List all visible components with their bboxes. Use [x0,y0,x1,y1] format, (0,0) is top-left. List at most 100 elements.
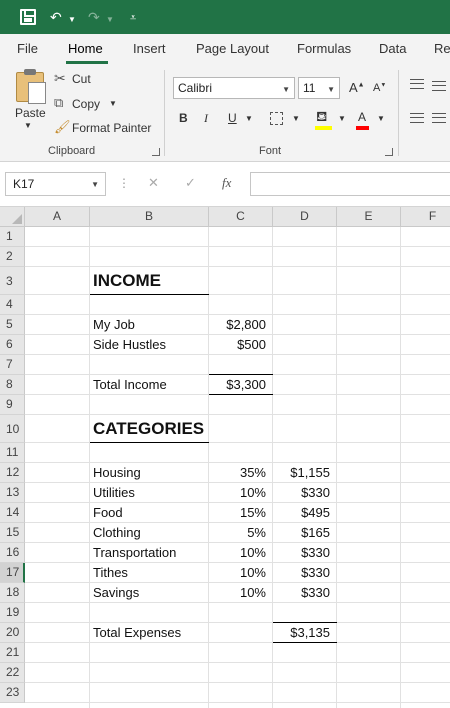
row-header[interactable]: 11 [0,443,25,463]
borders-icon[interactable] [270,112,283,125]
category-label-cell[interactable]: Clothing [90,523,209,543]
category-label-cell[interactable]: Utilities [90,483,209,503]
fill-color-icon[interactable]: ⛾ [316,108,327,127]
row-header[interactable]: 22 [0,663,25,683]
row-header[interactable]: 4 [0,295,25,315]
row-header[interactable]: 16 [0,543,25,563]
row-header[interactable]: 12 [0,463,25,483]
row-header[interactable]: 2 [0,247,25,267]
tab-review[interactable]: Re [434,41,450,56]
column-header-e[interactable]: E [337,207,401,227]
column-header-a[interactable]: A [25,207,90,227]
font-size-select[interactable]: 11 ▼ [298,77,340,99]
align-left-icon[interactable] [410,113,424,123]
row-header[interactable]: 19 [0,603,25,623]
income-amount-cell[interactable]: $500 [209,335,273,355]
category-percent-cell[interactable]: 10% [209,483,273,503]
row-header[interactable]: 10 [0,415,25,443]
row-header[interactable]: 14 [0,503,25,523]
income-label-cell[interactable]: Side Hustles [90,335,209,355]
row-header[interactable]: 6 [0,335,25,355]
font-color-dropdown-icon[interactable]: ▼ [377,114,385,123]
category-percent-cell[interactable]: 10% [209,563,273,583]
row-header[interactable]: 5 [0,315,25,335]
column-header-c[interactable]: C [209,207,273,227]
borders-dropdown-icon[interactable]: ▼ [292,114,300,123]
category-amount-cell[interactable]: $330 [273,483,337,503]
align-center-icon[interactable] [432,113,446,123]
category-percent-cell[interactable]: 10% [209,583,273,603]
tab-insert[interactable]: Insert [133,41,166,56]
redo-icon[interactable]: ↷ [88,8,100,26]
category-label-cell[interactable]: Tithes [90,563,209,583]
column-header-f[interactable]: F [401,207,450,227]
category-label-cell[interactable]: Transportation [90,543,209,563]
align-middle-icon[interactable] [432,81,446,91]
category-percent-cell[interactable]: 5% [209,523,273,543]
category-amount-cell[interactable]: $330 [273,543,337,563]
income-amount-cell[interactable]: $2,800 [209,315,273,335]
cancel-icon[interactable]: ✕ [148,175,159,191]
income-label-cell[interactable]: My Job [90,315,209,335]
category-percent-cell[interactable]: 10% [209,543,273,563]
row-header-selected[interactable]: 17 [0,563,25,583]
name-box[interactable]: K17 ▼ [5,172,106,196]
row-header[interactable]: 20 [0,623,25,643]
row-header[interactable]: 18 [0,583,25,603]
undo-dropdown-icon[interactable]: ▼ [68,11,76,29]
font-launcher-icon[interactable] [385,148,393,156]
row-header[interactable]: 1 [0,227,25,247]
font-color-icon[interactable]: A [358,110,366,124]
fill-color-dropdown-icon[interactable]: ▼ [338,114,346,123]
italic-button[interactable]: I [204,111,208,126]
row-header[interactable]: 15 [0,523,25,543]
category-percent-cell[interactable]: 15% [209,503,273,523]
row-header[interactable]: 9 [0,395,25,415]
insert-function-button[interactable]: fx [222,175,231,191]
category-percent-cell[interactable]: 35% [209,463,273,483]
redo-dropdown-icon[interactable]: ▼ [106,11,114,29]
category-label-cell[interactable]: Housing [90,463,209,483]
column-header-d[interactable]: D [273,207,337,227]
tab-data[interactable]: Data [379,41,406,56]
category-amount-cell[interactable]: $330 [273,583,337,603]
total-income-label-cell[interactable]: Total Income [90,375,209,395]
formula-input[interactable] [250,172,450,196]
tab-home[interactable]: Home [68,41,103,56]
row-header[interactable]: 3 [0,267,25,295]
category-amount-cell[interactable]: $1,155 [273,463,337,483]
row-header[interactable]: 7 [0,355,25,375]
category-label-cell[interactable]: Savings [90,583,209,603]
category-amount-cell[interactable]: $330 [273,563,337,583]
format-painter-button[interactable]: Format Painter [72,121,151,135]
category-amount-cell[interactable]: $165 [273,523,337,543]
total-income-amount-cell[interactable]: $3,300 [209,374,273,395]
category-label-cell[interactable]: Food [90,503,209,523]
tab-file[interactable]: File [17,41,38,56]
categories-heading-cell[interactable]: CATEGORIES [90,416,209,443]
copy-button[interactable]: Copy [72,97,100,111]
row-header[interactable]: 21 [0,643,25,663]
font-name-select[interactable]: Calibri ▼ [173,77,295,99]
column-header-b[interactable]: B [90,207,209,227]
tab-formulas[interactable]: Formulas [297,41,351,56]
underline-dropdown-icon[interactable]: ▼ [245,114,253,123]
underline-button[interactable]: U [228,111,237,125]
clipboard-launcher-icon[interactable] [152,148,160,156]
align-top-icon[interactable] [410,79,424,89]
increase-font-size-icon[interactable]: A▲ [349,80,365,95]
cut-button[interactable]: Cut [72,72,91,86]
total-expenses-label-cell[interactable]: Total Expenses [90,623,209,643]
customize-icon[interactable]: ⩡ [130,9,136,27]
row-header[interactable]: 13 [0,483,25,503]
row-header[interactable]: 8 [0,375,25,395]
row-header[interactable]: 23 [0,683,25,703]
enter-icon[interactable]: ✓ [185,175,196,191]
select-all-button[interactable] [0,207,25,227]
save-icon[interactable] [20,9,36,25]
copy-dropdown-icon[interactable]: ▼ [109,99,117,108]
tab-page-layout[interactable]: Page Layout [196,41,269,56]
bold-button[interactable]: B [179,111,188,125]
category-amount-cell[interactable]: $495 [273,503,337,523]
income-heading-cell[interactable]: INCOME [90,268,209,295]
